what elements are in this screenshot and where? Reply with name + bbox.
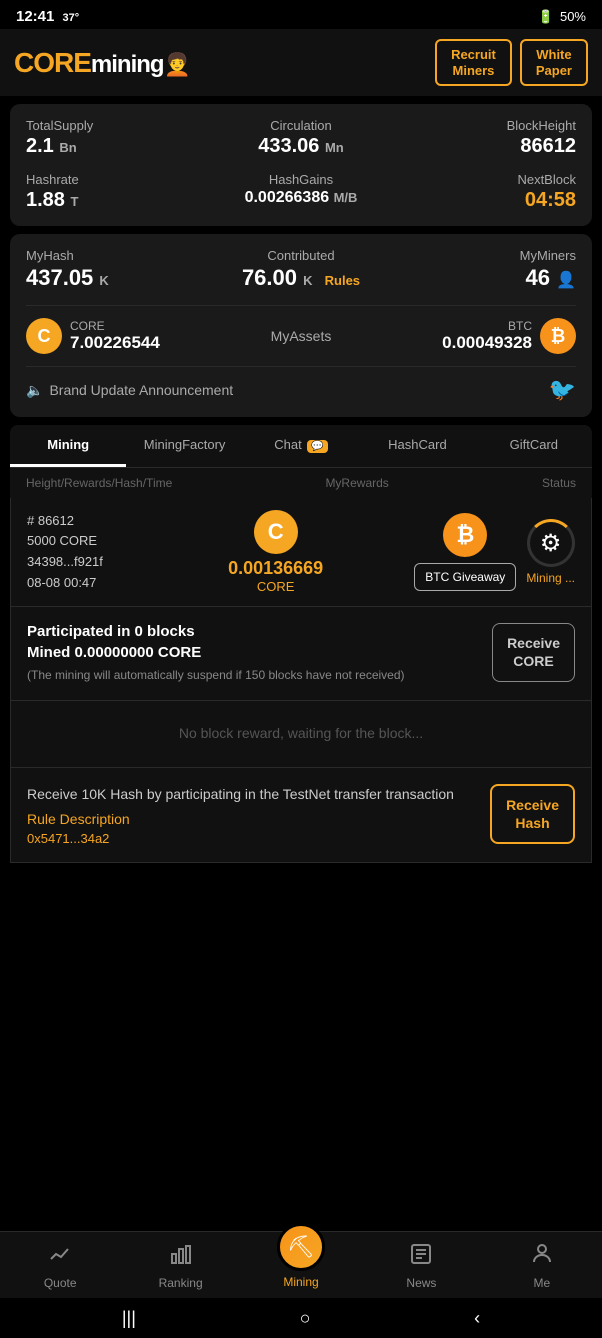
mining-nav-icon: ⛏ [277,1223,325,1271]
speaker-icon: 🔈 [26,382,43,399]
twitter-icon[interactable]: 🐦 [549,377,576,403]
tab-mining[interactable]: Mining [10,425,126,467]
app-header: COREmining🧑‍🦱 Recruit Miners White Paper [0,29,602,96]
hash-gains-stat: HashGains 0.00266386 M/B [209,172,392,212]
ranking-icon [169,1242,193,1272]
contributed-stat: Contributed 76.00 K Rules [211,248,392,291]
next-block-stat: NextBlock 04:58 [393,172,576,212]
rules-link[interactable]: Rules [325,273,360,288]
block-height-stat: BlockHeight 86612 [393,118,576,158]
nav-me[interactable]: Me [482,1242,602,1290]
announcement-bar: 🔈 Brand Update Announcement 🐦 [26,366,576,403]
core-icon: C [26,318,62,354]
stats-card: TotalSupply 2.1 Bn Circulation 433.06 Mn… [10,104,592,226]
mining-block-row: # 86612 5000 CORE 34398...f921f 08-08 00… [10,498,592,607]
btc-giveaway-button[interactable]: BTC Giveaway [414,563,516,591]
tabs-container: Mining MiningFactory Chat 💬 HashCard Gif… [10,425,592,498]
mining-status: ⚙ Mining ... [526,519,575,585]
nav-news[interactable]: News [361,1242,481,1290]
quote-icon [48,1242,72,1272]
bottom-nav: Quote Ranking ⛏ Mining News [0,1231,602,1298]
btc-icon: ₿ [540,318,576,354]
core-asset: C CORE 7.00226544 [26,318,160,354]
my-miners-stat: MyMiners 46 👤 [395,248,576,291]
nav-quote[interactable]: Quote [0,1242,120,1290]
btc-asset: BTC 0.00049328 ₿ [442,318,576,354]
status-time: 12:41 37° [16,8,79,25]
header-buttons: Recruit Miners White Paper [435,39,588,86]
assets-row: C CORE 7.00226544 MyAssets BTC 0.0004932… [26,305,576,354]
android-back-button[interactable]: ‹ [474,1308,480,1329]
android-nav-bar: ||| ○ ‹ [0,1298,602,1338]
no-reward-section: No block reward, waiting for the block..… [10,701,592,768]
tab-gift-card[interactable]: GiftCard [476,425,592,467]
nav-mining[interactable]: ⛏ Mining [241,1243,361,1289]
status-bar: 12:41 37° 🔋 50% [0,0,602,29]
news-icon [409,1242,433,1272]
mining-spinner-icon: ⚙ [527,519,575,567]
tab-mining-factory[interactable]: MiningFactory [126,425,242,467]
btc-giveaway-area: ₿ BTC Giveaway [414,513,516,591]
mining-rewards: C 0.00136669 CORE [147,510,404,594]
tab-hash-card[interactable]: HashCard [359,425,475,467]
receive-core-button[interactable]: Receive CORE [492,623,575,681]
myhash-grid: MyHash 437.05 K Contributed 76.00 K Rule… [26,248,576,291]
circulation-stat: Circulation 433.06 Mn [209,118,392,158]
recruit-miners-button[interactable]: Recruit Miners [435,39,512,86]
mining-block-info: # 86612 5000 CORE 34398...f921f 08-08 00… [27,511,137,594]
core-coin-icon: C [254,510,298,554]
battery-icon: 🔋 [538,9,554,25]
white-paper-button[interactable]: White Paper [520,39,588,86]
table-header: Height/Rewards/Hash/Time MyRewards Statu… [10,468,592,498]
myhash-card: MyHash 437.05 K Contributed 76.00 K Rule… [10,234,592,417]
nav-ranking[interactable]: Ranking [120,1242,240,1290]
me-icon [530,1242,554,1272]
tabs-row: Mining MiningFactory Chat 💬 HashCard Gif… [10,425,592,468]
receive-hash-section: Receive 10K Hash by participating in the… [10,768,592,863]
app-logo: COREmining🧑‍🦱 [14,47,190,79]
hashrate-stat: Hashrate 1.88 T [26,172,209,212]
status-right: 🔋 50% [538,9,586,25]
android-home-button[interactable]: ○ [300,1308,311,1329]
participated-section: Participated in 0 blocks Mined 0.0000000… [10,607,592,701]
tab-chat[interactable]: Chat 💬 [243,425,359,467]
rule-description-link[interactable]: Rule Description [27,811,480,827]
android-recent-button[interactable]: ||| [122,1308,136,1329]
chat-badge: 💬 [307,440,327,453]
total-supply-stat: TotalSupply 2.1 Bn [26,118,209,158]
btc-coin-icon: ₿ [443,513,487,557]
receive-hash-button[interactable]: Receive Hash [490,784,575,844]
my-hash-stat: MyHash 437.05 K [26,248,207,291]
